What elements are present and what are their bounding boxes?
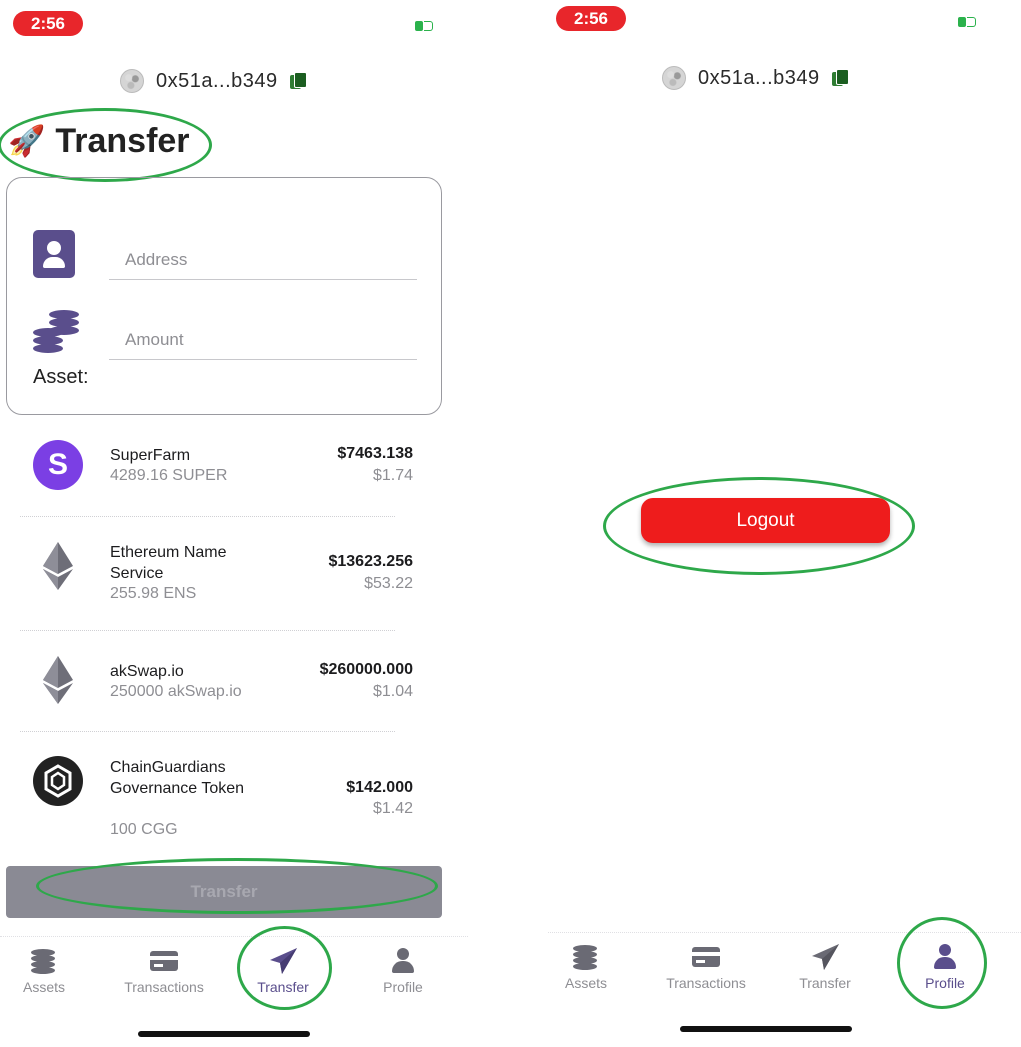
token-balance: 255.98 ENS [110,585,197,602]
battery-icon [958,16,978,28]
tab-assets[interactable]: Assets [0,947,99,995]
tab-assets[interactable]: Assets [531,943,641,991]
ethereum-logo [33,542,83,592]
token-name: akSwap.io [110,663,184,680]
tab-transactions[interactable]: Transactions [109,947,219,995]
token-name: ChainGuardians Governance Token [110,759,245,797]
address-placeholder: Address [125,250,188,269]
token-balance: 250000 akSwap.io [110,683,242,700]
transfer-screen: 2:56 0x51a...b349 🚀 Transfer Address Amo… [0,0,468,1047]
divider [20,731,395,732]
tab-label: Transactions [124,979,204,995]
credit-card-icon [149,947,179,975]
tab-label: Assets [22,979,65,995]
address-field[interactable]: Address [109,236,417,280]
token-price: $1.04 [372,683,413,700]
token-balance: 100 CGG [110,821,178,838]
chainguardians-logo [33,756,83,806]
coins-icon [31,308,83,360]
account-address: 0x51a...b349 [698,66,820,89]
transfer-form: Address Amount Asset: [6,177,442,415]
token-price: $53.22 [364,575,413,592]
address-book-icon[interactable] [33,230,75,278]
profile-screen: 2:56 0x51a...b349 Logout Assets Transact… [548,0,1021,1047]
tab-transfer[interactable]: Transfer [770,943,880,991]
tab-label: Transfer [799,975,851,991]
tab-transactions[interactable]: Transactions [651,943,761,991]
tab-bar: Assets Transactions Transfer Profile [0,936,468,1016]
token-balance: 4289.16 SUPER [110,467,228,484]
tab-label: Transactions [666,975,746,991]
token-row[interactable]: Ethereum Name Service 255.98 ENS $13623.… [0,542,468,612]
token-usd-value: $142.000 [346,779,413,796]
amount-placeholder: Amount [125,330,184,349]
highlight-circle-transfer-tab [237,926,332,1010]
token-usd-value: $7463.138 [337,445,413,462]
token-price: $1.42 [372,800,413,817]
token-usd-value: $260000.000 [319,661,413,678]
account-address: 0x51a...b349 [156,69,278,92]
screen-gap [468,0,548,1047]
divider [20,630,395,631]
ethereum-logo [33,656,83,706]
highlight-circle-profile-tab [897,917,987,1009]
battery-icon [415,20,435,32]
divider [20,516,395,517]
user-icon [388,947,418,975]
avatar [662,66,686,90]
avatar [120,69,144,93]
credit-card-icon [691,943,721,971]
tab-label: Assets [564,975,607,991]
highlight-circle-submit [36,858,438,914]
token-price: $1.74 [372,467,413,484]
token-row[interactable]: S SuperFarm 4289.16 SUPER $7463.138 $1.7… [0,440,468,510]
account-header[interactable]: 0x51a...b349 [120,69,307,93]
amount-field[interactable]: Amount [109,316,417,360]
account-header[interactable]: 0x51a...b349 [662,66,849,90]
copy-icon[interactable] [831,69,849,87]
tab-profile[interactable]: Profile [348,947,458,995]
home-indicator[interactable] [138,1031,310,1037]
coins-icon [571,943,601,971]
token-name: SuperFarm [110,447,191,464]
status-time: 2:56 [556,6,626,31]
copy-icon[interactable] [289,72,307,90]
token-row[interactable]: akSwap.io 250000 akSwap.io $260000.000 $… [0,656,468,706]
coins-icon [29,947,59,975]
token-name: Ethereum Name Service [110,544,227,582]
highlight-circle-title [0,108,212,182]
status-time: 2:56 [13,11,83,36]
superfarm-logo: S [33,440,83,490]
home-indicator[interactable] [680,1026,852,1032]
tab-label: Profile [383,979,423,995]
highlight-circle-logout [603,477,915,575]
token-row[interactable]: ChainGuardians Governance Token 100 CGG … [0,756,468,846]
asset-label: Asset: [33,366,89,388]
paper-plane-icon [810,943,840,971]
token-usd-value: $13623.256 [328,553,413,570]
